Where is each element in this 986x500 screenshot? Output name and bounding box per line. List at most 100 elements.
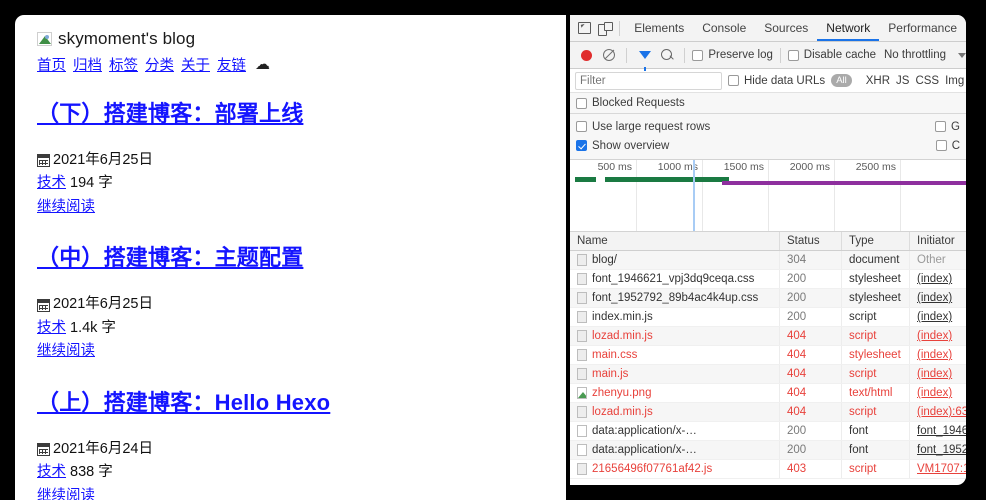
nav-item-links[interactable]: 友链 bbox=[217, 54, 246, 75]
initiator-link[interactable]: (index) bbox=[917, 311, 952, 323]
nav-item-home[interactable]: 首页 bbox=[37, 54, 66, 75]
filter-type-all[interactable]: All bbox=[831, 74, 852, 87]
checkbox-box bbox=[787, 49, 799, 61]
table-row[interactable]: lozad.min.js 404 script (index):63 bbox=[570, 403, 966, 422]
group-by-frame-checkbox[interactable]: G bbox=[935, 121, 960, 133]
post-item: （上）搭建博客：Hello Hexo 2021年6月24日 技术 838 字 继… bbox=[37, 385, 566, 500]
inspect-element-icon[interactable] bbox=[575, 16, 595, 40]
table-row[interactable]: lozad.min.js 404 script (index) bbox=[570, 327, 966, 346]
hide-data-urls-checkbox[interactable]: Hide data URLs bbox=[728, 75, 825, 87]
column-header-name[interactable]: Name bbox=[570, 232, 780, 250]
request-name: main.css bbox=[592, 349, 638, 361]
table-row[interactable]: zhenyu.png 404 text/html (index) bbox=[570, 384, 966, 403]
cloud-icon: ☁ bbox=[255, 56, 270, 73]
table-row[interactable]: main.css 404 stylesheet (index) bbox=[570, 346, 966, 365]
initiator-link[interactable]: (index) bbox=[917, 387, 952, 399]
initiator-link[interactable]: VM1707:1 bbox=[917, 463, 966, 475]
filter-type-js[interactable]: JS bbox=[896, 75, 909, 87]
post-item: （中）搭建博客：主题配置 2021年6月25日 技术 1.4k 字 继续阅读 bbox=[37, 240, 566, 363]
record-button[interactable] bbox=[576, 43, 597, 67]
filter-input[interactable] bbox=[575, 71, 722, 90]
preserve-log-checkbox[interactable]: Preserve log bbox=[692, 49, 773, 61]
request-name: font_1946621_vpj3dq9ceqa.css bbox=[592, 273, 755, 285]
post-title-link[interactable]: （中）搭建博客：主题配置 bbox=[37, 240, 303, 272]
request-name: data:application/x-… bbox=[592, 444, 697, 456]
cell-type: stylesheet bbox=[842, 289, 910, 307]
filter-type-img[interactable]: Img bbox=[945, 75, 964, 87]
blank-icon bbox=[577, 425, 587, 437]
table-row[interactable]: font_1952792_89b4ac4k4up.css 200 styleshee… bbox=[570, 289, 966, 308]
initiator-link[interactable]: (index) bbox=[917, 368, 952, 380]
blocked-requests-checkbox[interactable]: Blocked Requests bbox=[576, 97, 685, 109]
table-row[interactable]: data:application/x-… 200font font_19466 bbox=[570, 422, 966, 441]
post-category-row: 技术 1.4k 字 bbox=[37, 317, 566, 340]
tab-network[interactable]: Network bbox=[817, 15, 879, 41]
cell-type: script bbox=[842, 327, 910, 345]
throttling-select[interactable]: No throttling bbox=[884, 49, 946, 61]
filter-icon[interactable] bbox=[634, 43, 655, 71]
cell-type: script bbox=[842, 365, 910, 383]
initiator-link[interactable]: font_19527 bbox=[917, 444, 966, 456]
network-overview-timeline[interactable]: 500 ms 1000 ms 1500 ms 2000 ms 2500 ms bbox=[570, 160, 966, 232]
cell-name: data:application/x-… bbox=[570, 422, 780, 440]
overview-event-marker bbox=[692, 160, 695, 231]
post-category-link[interactable]: 技术 bbox=[37, 317, 66, 340]
filter-type-css[interactable]: CSS bbox=[915, 75, 939, 87]
tab-performance[interactable]: Performance bbox=[879, 15, 966, 41]
initiator-link[interactable]: (index) bbox=[917, 292, 952, 304]
divider bbox=[684, 47, 686, 63]
cell-type: script bbox=[842, 308, 910, 326]
table-row[interactable]: data:application/x-… 200font font_19527 bbox=[570, 441, 966, 460]
nav-item-categories[interactable]: 分类 bbox=[145, 54, 174, 75]
file-icon bbox=[577, 406, 587, 418]
table-row[interactable]: index.min.js 200 script (index) bbox=[570, 308, 966, 327]
post-category-link[interactable]: 技术 bbox=[37, 461, 66, 484]
initiator-link[interactable]: font_19466 bbox=[917, 425, 966, 437]
table-row[interactable]: font_1946621_vpj3dq9ceqa.css 200 styleshee… bbox=[570, 270, 966, 289]
initiator-link[interactable]: (index) bbox=[917, 273, 952, 285]
clear-button[interactable] bbox=[599, 43, 620, 67]
table-row[interactable]: main.js 404 script (index) bbox=[570, 365, 966, 384]
tab-console[interactable]: Console bbox=[693, 15, 755, 41]
post-read-more-link[interactable]: 继续阅读 bbox=[37, 485, 95, 500]
column-header-status[interactable]: Status bbox=[780, 232, 842, 250]
tab-sources[interactable]: Sources bbox=[755, 15, 817, 41]
post-read-more-link[interactable]: 继续阅读 bbox=[37, 340, 95, 363]
post-date: 2021年6月25日 bbox=[53, 296, 153, 313]
initiator-link[interactable]: (index):63 bbox=[917, 406, 966, 418]
search-icon[interactable] bbox=[657, 43, 678, 67]
file-icon bbox=[577, 368, 587, 380]
cell-initiator: (index) bbox=[910, 270, 966, 288]
nav-item-archive[interactable]: 归档 bbox=[73, 54, 102, 75]
cell-name: index.min.js bbox=[570, 308, 780, 326]
disable-cache-checkbox[interactable]: Disable cache bbox=[787, 49, 876, 61]
nav-item-tags[interactable]: 标签 bbox=[109, 54, 138, 75]
initiator-link[interactable]: (index) bbox=[917, 349, 952, 361]
capture-screenshots-checkbox[interactable]: C bbox=[935, 140, 960, 152]
post-read-more-link[interactable]: 继续阅读 bbox=[37, 196, 95, 219]
use-large-request-rows-checkbox[interactable]: Use large request rows bbox=[576, 121, 710, 133]
initiator-link[interactable]: (index) bbox=[917, 330, 952, 342]
post-word-count: 194 字 bbox=[70, 175, 113, 192]
column-header-initiator[interactable]: Initiator bbox=[910, 232, 966, 250]
hide-data-urls-label: Hide data URLs bbox=[744, 74, 826, 87]
table-row[interactable]: 21656496f07761af42.js 403 script VM1707:1 bbox=[570, 460, 966, 479]
cell-initiator: (index) bbox=[910, 365, 966, 383]
show-overview-checkbox[interactable]: Show overview bbox=[576, 140, 669, 152]
post-title-link[interactable]: （下）搭建博客：部署上线 bbox=[37, 96, 303, 128]
overview-gridlines: 500 ms 1000 ms 1500 ms 2000 ms 2500 ms bbox=[570, 160, 966, 231]
tab-elements[interactable]: Elements bbox=[625, 15, 693, 41]
table-row[interactable]: blog/304 document Other bbox=[570, 251, 966, 270]
cell-initiator: VM1707:1 bbox=[910, 460, 966, 478]
device-toolbar-icon[interactable] bbox=[595, 16, 615, 40]
post-item: （下）搭建博客：部署上线 2021年6月25日 技术 194 字 继续阅读 bbox=[37, 96, 566, 219]
post-date: 2021年6月24日 bbox=[53, 440, 153, 457]
nav-item-about[interactable]: 关于 bbox=[181, 54, 210, 75]
post-category-link[interactable]: 技术 bbox=[37, 172, 66, 195]
column-header-type[interactable]: Type bbox=[842, 232, 910, 250]
network-settings: Use large request rows G Show overview C bbox=[570, 114, 966, 160]
cell-name: blog/ bbox=[570, 251, 780, 269]
chevron-down-icon[interactable] bbox=[958, 52, 966, 58]
filter-type-xhr[interactable]: XHR bbox=[866, 75, 890, 87]
post-title-link[interactable]: （上）搭建博客：Hello Hexo bbox=[37, 385, 330, 417]
